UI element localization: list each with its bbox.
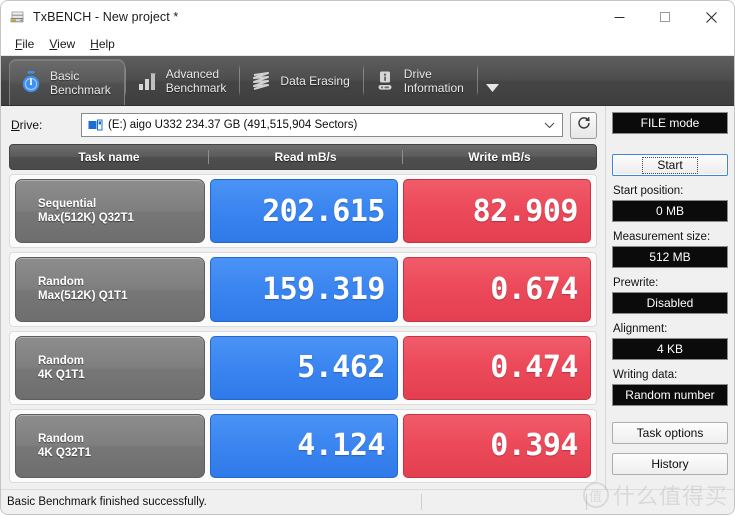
status-segment-3 xyxy=(586,494,734,510)
close-button[interactable] xyxy=(688,1,734,33)
refresh-drives-button[interactable] xyxy=(570,111,597,139)
drive-selector-row: Drive: (E:) aigo U332 234.37 GB (491,515… xyxy=(1,106,605,144)
tab-drive-information-label: Drive Information xyxy=(403,66,464,95)
column-header-task-name: Task name xyxy=(78,150,140,164)
start-button-label: Start xyxy=(642,156,698,174)
column-header-read: Read mB/s xyxy=(208,150,402,164)
table-row: Random Max(512K) Q1T1 159.319 0.674 xyxy=(9,252,597,327)
window-controls xyxy=(596,1,734,33)
menu-view-rest: iew xyxy=(57,36,76,51)
file-mode-button[interactable]: FILE mode xyxy=(612,112,728,134)
read-value-cell: 5.462 xyxy=(210,335,398,400)
write-value-cell: 0.394 xyxy=(403,413,591,478)
start-position-label: Start position: xyxy=(613,185,684,197)
table-row: Random 4K Q32T1 4.124 0.394 xyxy=(9,408,597,483)
menu-bar: File View Help xyxy=(1,33,734,56)
task-button-sequential-max-q32t1[interactable]: Sequential Max(512K) Q32T1 xyxy=(15,179,205,244)
task-options-button[interactable]: Task options xyxy=(612,422,728,444)
task-button-random-max-q1t1[interactable]: Random Max(512K) Q1T1 xyxy=(15,257,205,322)
start-position-value[interactable]: 0 MB xyxy=(612,200,728,222)
drive-label-rest: rive: xyxy=(19,118,43,132)
task-label: Random 4K Q32T1 xyxy=(38,432,92,459)
table-row: Sequential Max(512K) Q32T1 202.615 82.90… xyxy=(9,174,597,249)
menu-view[interactable]: View xyxy=(43,36,84,53)
menu-file[interactable]: File xyxy=(9,36,43,53)
tab-divider-4 xyxy=(476,63,478,98)
task-label: Random Max(512K) Q1T1 xyxy=(38,276,128,303)
options-sidebar: FILE mode Start Start position: 0 MB Mea… xyxy=(606,106,734,489)
alignment-value[interactable]: 4 KB xyxy=(612,338,728,360)
drive-select[interactable]: (E:) aigo U332 234.37 GB (491,515,904 Se… xyxy=(81,113,563,137)
chevron-down-icon xyxy=(544,116,555,134)
read-value-cell: 159.319 xyxy=(210,257,398,322)
tab-drive-information[interactable]: Drive Information xyxy=(364,56,477,105)
menu-help-rest: elp xyxy=(98,36,115,51)
task-label: Random 4K Q1T1 xyxy=(38,354,85,381)
stopwatch-icon xyxy=(20,70,42,96)
drive-icon xyxy=(88,119,103,132)
minimize-button[interactable] xyxy=(596,1,642,33)
read-value-cell: 202.615 xyxy=(210,179,398,244)
task-button-random-4k-q1t1[interactable]: Random 4K Q1T1 xyxy=(15,335,205,400)
menu-help[interactable]: Help xyxy=(84,36,124,53)
write-value-cell: 82.909 xyxy=(403,179,591,244)
tab-basic-benchmark-label: Basic Benchmark xyxy=(50,68,111,97)
refresh-icon xyxy=(576,115,592,136)
drive-selected-value: (E:) aigo U332 234.37 GB (491,515,904 Se… xyxy=(108,119,358,131)
chevron-down-icon xyxy=(485,80,499,98)
writing-data-value[interactable]: Random number xyxy=(612,384,728,406)
drive-stack-icon xyxy=(10,9,26,25)
writing-data-label: Writing data: xyxy=(613,369,678,381)
write-value-cell: 0.474 xyxy=(403,335,591,400)
task-button-random-4k-q32t1[interactable]: Random 4K Q32T1 xyxy=(15,413,205,478)
title-bar: TxBENCH - New project * xyxy=(1,1,734,33)
drive-info-icon xyxy=(374,68,396,94)
tab-data-erasing-label: Data Erasing xyxy=(280,73,350,88)
tab-advanced-benchmark[interactable]: Advanced Benchmark xyxy=(126,56,240,105)
table-row: Random 4K Q1T1 5.462 0.474 xyxy=(9,330,597,405)
prewrite-value[interactable]: Disabled xyxy=(612,292,728,314)
measurement-size-value[interactable]: 512 MB xyxy=(612,246,728,268)
read-value-cell: 4.124 xyxy=(210,413,398,478)
measurement-size-label: Measurement size: xyxy=(613,231,711,243)
drive-label: Drive: xyxy=(11,118,43,132)
status-bar: Basic Benchmark finished successfully. xyxy=(1,489,734,514)
main-content: Drive: (E:) aigo U332 234.37 GB (491,515… xyxy=(1,106,734,489)
write-value-cell: 0.674 xyxy=(403,257,591,322)
tab-data-erasing[interactable]: Data Erasing xyxy=(240,56,362,105)
start-button[interactable]: Start xyxy=(612,154,728,176)
tab-strip: Basic Benchmark Advanced Benchmark Data xyxy=(1,56,734,106)
shredder-icon xyxy=(250,68,272,94)
column-header-write: Write mB/s xyxy=(402,150,596,164)
results-header-row: Task name Read mB/s Write mB/s xyxy=(9,144,597,170)
bar-chart-icon xyxy=(136,68,158,94)
tab-advanced-benchmark-label: Advanced Benchmark xyxy=(165,66,227,95)
benchmark-pane: Drive: (E:) aigo U332 234.37 GB (491,515… xyxy=(1,106,606,489)
tab-overflow-button[interactable] xyxy=(480,56,505,105)
menu-file-rest: ile xyxy=(22,36,35,51)
alignment-label: Alignment: xyxy=(613,323,668,335)
maximize-button[interactable] xyxy=(642,1,688,33)
window-title: TxBENCH - New project * xyxy=(33,10,179,24)
status-segment-2 xyxy=(421,494,586,510)
prewrite-label: Prewrite: xyxy=(613,277,659,289)
task-label: Sequential Max(512K) Q32T1 xyxy=(38,198,134,225)
results-table: Task name Read mB/s Write mB/s Sequentia… xyxy=(9,144,597,483)
history-button[interactable]: History xyxy=(612,453,728,475)
tab-basic-benchmark[interactable]: Basic Benchmark xyxy=(9,59,125,105)
status-message: Basic Benchmark finished successfully. xyxy=(7,496,207,508)
txbench-window: TxBENCH - New project * File View Help B… xyxy=(0,0,735,515)
